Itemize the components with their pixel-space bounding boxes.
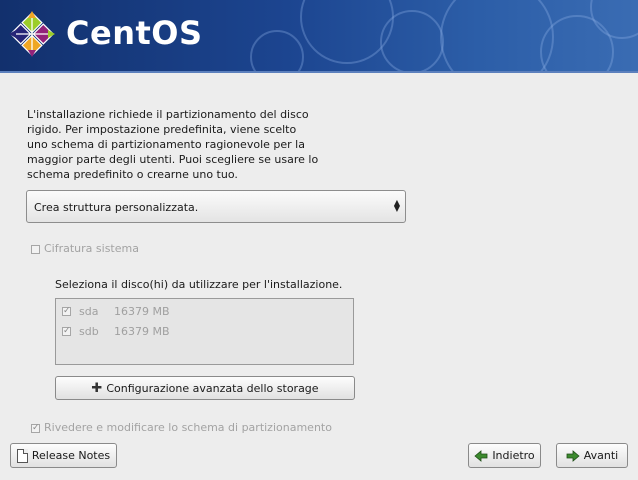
combo-selected-value: Crea struttura personalizzata. (34, 201, 199, 214)
encrypt-label: Cifratura sistema (44, 242, 139, 255)
arrow-right-icon (566, 449, 580, 462)
partition-type-combo[interactable]: Crea struttura personalizzata. ▲ ▼ (26, 190, 406, 223)
next-label: Avanti (583, 449, 619, 462)
plus-icon: ✚ (91, 380, 103, 396)
list-item[interactable]: ✓ sdb 16379 MB (56, 322, 353, 342)
back-label: Indietro (492, 449, 535, 462)
list-item[interactable]: ✓ sda 16379 MB (56, 302, 353, 322)
arrow-left-icon (474, 449, 488, 462)
release-notes-button[interactable]: Release Notes (10, 443, 117, 468)
brand-name: CentOS (66, 14, 203, 52)
next-button[interactable]: Avanti (556, 443, 628, 468)
drive-name: sda (79, 305, 99, 318)
review-checkbox[interactable]: ✓ (31, 424, 40, 433)
drive-list[interactable]: ✓ sda 16379 MB ✓ sdb 16379 MB (55, 298, 354, 365)
banner-swirl (250, 30, 304, 71)
centos-banner: CentOS (0, 0, 638, 71)
document-icon (16, 448, 28, 463)
back-button[interactable]: Indietro (468, 443, 541, 468)
partition-description: L'installazione richiede il partizioname… (27, 108, 319, 181)
banner-swirl (380, 10, 444, 71)
drive-name: sdb (79, 325, 99, 338)
drive-size: 16379 MB (114, 305, 170, 318)
centos-logo-icon (9, 11, 55, 57)
advanced-storage-label: Configurazione avanzata dello storage (106, 381, 319, 395)
up-down-arrows-icon: ▲ ▼ (393, 198, 401, 213)
drive-sdb-checkbox[interactable]: ✓ (62, 327, 71, 336)
banner-swirl (300, 0, 394, 64)
drive-size: 16379 MB (114, 325, 170, 338)
encrypt-checkbox[interactable] (31, 245, 40, 254)
drive-select-label: Seleziona il disco(hi) da utilizzare per… (55, 278, 343, 291)
review-label: Rivedere e modificare lo schema di parti… (44, 421, 332, 434)
drive-sda-checkbox[interactable]: ✓ (62, 307, 71, 316)
banner-swirl (440, 0, 554, 71)
release-notes-label: Release Notes (31, 449, 111, 462)
advanced-storage-button[interactable]: ✚ Configurazione avanzata dello storage (55, 376, 355, 400)
header-divider (0, 71, 638, 73)
